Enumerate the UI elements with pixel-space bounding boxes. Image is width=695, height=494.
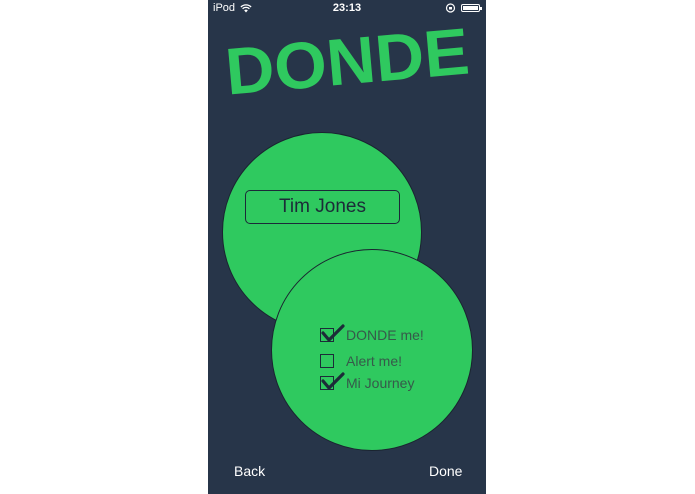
app-screen: iPod 23:13 DONDE Tim Jones DONDE me! Ale… — [208, 0, 486, 494]
back-button[interactable]: Back — [234, 462, 265, 480]
option-label: DONDE me! — [346, 327, 424, 343]
battery-icon — [461, 4, 482, 12]
option-donde-me[interactable]: DONDE me! — [320, 324, 460, 344]
option-label: Alert me! — [346, 353, 403, 369]
donde-logo: DONDE — [222, 20, 472, 109]
option-label: Mi Journey — [346, 375, 415, 391]
rotation-lock-icon — [445, 3, 456, 13]
checkmark-icon — [321, 372, 345, 390]
options-circle — [271, 249, 473, 451]
checkmark-icon — [321, 324, 345, 342]
option-mi-journey[interactable]: Mi Journey — [320, 372, 460, 392]
logo-text: DONDE — [222, 20, 472, 109]
done-button[interactable]: Done — [429, 462, 462, 480]
status-bar: iPod 23:13 — [208, 0, 486, 17]
option-alert-me[interactable]: Alert me! — [320, 352, 460, 370]
name-field[interactable]: Tim Jones — [245, 190, 400, 224]
checkbox[interactable] — [320, 354, 334, 368]
